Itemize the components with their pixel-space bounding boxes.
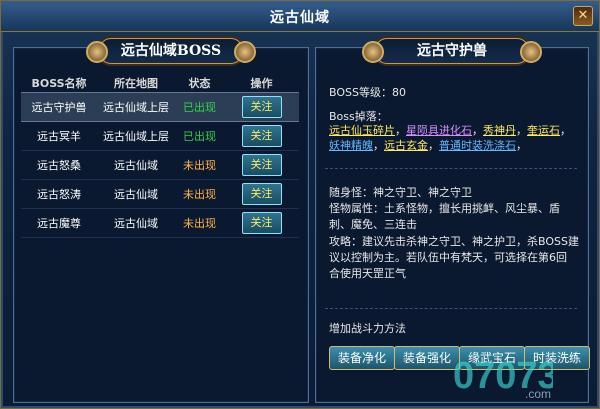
boss-status: 未出现 [183, 217, 216, 230]
boss-map: 远古仙域上层 [103, 101, 169, 114]
boss-name: 远古怒桑 [37, 159, 81, 172]
monster-attributes-line-2: 刺、魔免、三连击 [329, 218, 417, 231]
table-row[interactable]: 远古怒涛 远古仙域 未出现 关注 [21, 180, 299, 209]
watermark-logo: 07073 .com [453, 355, 553, 401]
game-window: 远古仙域 ✕ 远古仙域BOSS 远古守护兽 BOSS名称 所在地图 状态 操作 … [0, 0, 600, 409]
equipment-enhance-button[interactable]: 装备强化 [394, 346, 460, 370]
table-row[interactable]: 远古魔尊 远古仙域 未出现 关注 [21, 209, 299, 238]
equipment-purify-button[interactable]: 装备净化 [329, 346, 395, 370]
boss-map: 远古仙域上层 [103, 130, 169, 143]
boss-map: 远古仙域 [114, 159, 158, 172]
boss-status: 未出现 [183, 188, 216, 201]
boss-detail-banner: 远古守护兽 [362, 38, 542, 64]
boss-name: 远古冥羊 [37, 130, 81, 143]
power-methods-title: 增加战斗力方法 [329, 322, 406, 335]
boss-level: BOSS等级：80 [329, 86, 406, 99]
column-header-status: 状态 [188, 77, 211, 90]
boss-map: 远古仙域 [114, 217, 158, 230]
drops-title: Boss掉落： [329, 110, 388, 123]
separator [325, 168, 577, 169]
table-header: BOSS名称 所在地图 状态 操作 [21, 75, 299, 92]
follower-info: 随身怪：神之守卫、神之守卫 [329, 186, 472, 199]
follow-boss-button[interactable]: 关注 [241, 96, 282, 118]
follow-boss-button[interactable]: 关注 [241, 154, 282, 176]
boss-list-banner: 远古仙域BOSS [86, 38, 256, 64]
boss-table: BOSS名称 所在地图 状态 操作 远古守护兽 远古仙域上层 已出现 关注 远古… [21, 75, 299, 238]
window-title: 远古仙域 [270, 10, 330, 26]
boss-status: 未出现 [183, 159, 216, 172]
table-row[interactable]: 远古守护兽 远古仙域上层 已出现 关注 [21, 92, 299, 122]
column-header-map: 所在地图 [114, 77, 158, 90]
close-button[interactable]: ✕ [573, 6, 593, 26]
window-titlebar: 远古仙域 ✕ [1, 1, 599, 32]
drop-item[interactable]: 秀神丹 [483, 124, 516, 137]
banner-left-knob-icon [86, 41, 108, 63]
boss-status: 已出现 [183, 101, 216, 114]
banner-right-knob-icon [520, 41, 542, 63]
drop-item[interactable]: 妖神精魄 [329, 139, 373, 152]
separator [325, 308, 577, 309]
table-row[interactable]: 远古冥羊 远古仙域上层 已出现 关注 [21, 122, 299, 151]
table-row[interactable]: 远古怒桑 远古仙域 未出现 关注 [21, 151, 299, 180]
strategy-line-1: 攻略：建议先击杀神之守卫、神之护卫，杀BOSS建 [329, 235, 579, 248]
drop-item[interactable]: 奎运石 [527, 124, 560, 137]
watermark-domain: .com [525, 387, 551, 401]
follow-boss-button[interactable]: 关注 [241, 125, 282, 147]
boss-name: 远古魔尊 [37, 217, 81, 230]
strategy-line-3: 合使用天罡正气 [329, 267, 406, 280]
drops-list: 远古仙玉碎片，星陨具进化石，秀神丹，奎运石，妖神精魄，远古玄金，普通时装洗涤石， [329, 124, 571, 152]
strategy-line-2: 议以控制为主。若队伍中有梵天，可选择在第6回 [329, 251, 567, 264]
banner-left-knob-icon [362, 41, 384, 63]
column-header-boss-name: BOSS名称 [31, 77, 87, 90]
column-header-action: 操作 [250, 77, 273, 90]
follow-boss-button[interactable]: 关注 [241, 212, 282, 234]
boss-status: 已出现 [183, 130, 216, 143]
follow-boss-button[interactable]: 关注 [241, 183, 282, 205]
drop-item[interactable]: 普通时装洗涤石 [439, 139, 516, 152]
drop-item[interactable]: 远古玄金 [384, 139, 428, 152]
boss-detail-title: 远古守护兽 [417, 43, 487, 59]
close-icon: ✕ [577, 8, 589, 23]
boss-name: 远古守护兽 [31, 101, 87, 114]
banner-right-knob-icon [234, 41, 256, 63]
monster-attributes-line-1: 怪物属性：土系怪物，擅长用挑衅、风尘暴、盾 [329, 202, 560, 215]
drop-item[interactable]: 星陨具进化石 [406, 124, 472, 137]
drop-item[interactable]: 远古仙玉碎片 [329, 124, 395, 137]
boss-name: 远古怒涛 [37, 188, 81, 201]
boss-list-title: 远古仙域BOSS [120, 43, 222, 59]
boss-map: 远古仙域 [114, 188, 158, 201]
